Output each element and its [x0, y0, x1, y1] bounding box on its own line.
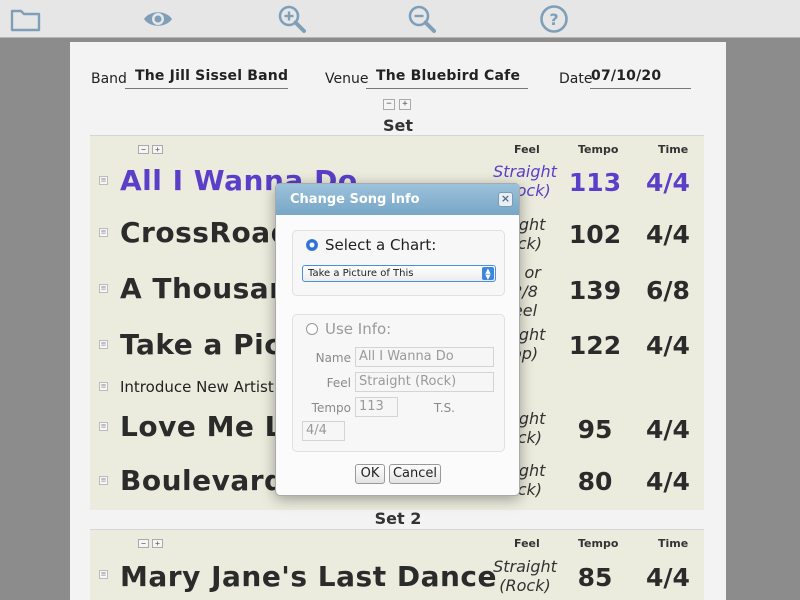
- venue-label: Venue: [325, 71, 369, 87]
- select-chart-label: Select a Chart:: [325, 236, 437, 254]
- set-expand-button[interactable]: +: [399, 99, 411, 110]
- feel-input[interactable]: Straight (Rock): [355, 372, 494, 392]
- use-info-radio[interactable]: [306, 323, 318, 335]
- chart-select[interactable]: Take a Picture of This ▲ ▼: [302, 265, 496, 282]
- zoom-in-icon[interactable]: [276, 3, 308, 35]
- drag-handle-icon[interactable]: ≡: [99, 284, 108, 293]
- song-font-larger-button[interactable]: +: [152, 539, 163, 548]
- help-icon[interactable]: ?: [538, 3, 570, 35]
- song-tempo: 139: [568, 276, 622, 305]
- set-collapse-button[interactable]: −: [383, 99, 395, 110]
- name-label: Name: [315, 351, 351, 365]
- song-font-larger-button[interactable]: +: [152, 145, 163, 154]
- time-column-header: Time: [658, 537, 689, 550]
- song-time-signature: 4/4: [646, 331, 690, 360]
- song-time-signature: 4/4: [646, 220, 690, 249]
- svg-text:?: ?: [549, 10, 558, 29]
- song-tempo: 80: [577, 467, 613, 496]
- venue-field[interactable]: The Bluebird Cafe: [366, 63, 528, 89]
- time-signature-label: T.S.: [433, 401, 455, 415]
- song-feel: Straight (Rock): [493, 557, 557, 595]
- song-tempo: 113: [568, 168, 622, 197]
- song-tempo: 122: [568, 331, 622, 360]
- song-tempo: 95: [577, 415, 613, 444]
- set-2-block: − + Feel Tempo Time ≡ Mary Jane's Last D…: [90, 529, 704, 600]
- drag-handle-icon[interactable]: ≡: [99, 570, 108, 579]
- song-tempo: 85: [577, 563, 613, 592]
- drag-handle-icon[interactable]: ≡: [99, 422, 108, 431]
- use-info-label: Use Info:: [325, 320, 392, 338]
- set-2-title: Set 2: [374, 509, 422, 528]
- select-arrows-icon: ▲ ▼: [482, 267, 494, 281]
- song-tempo: 102: [568, 220, 622, 249]
- eye-icon[interactable]: [142, 3, 174, 35]
- song-font-smaller-button[interactable]: −: [138, 145, 149, 154]
- cancel-button[interactable]: Cancel: [389, 464, 441, 484]
- date-label: Date: [559, 71, 593, 87]
- song-time-signature: 6/8: [646, 276, 690, 305]
- time-column-header: Time: [658, 143, 689, 156]
- song-font-smaller-button[interactable]: −: [138, 539, 149, 548]
- feel-column-header: Feel: [514, 143, 540, 156]
- tempo-input[interactable]: 113: [355, 397, 398, 417]
- dialog-title-bar[interactable]: Change Song Info ×: [276, 184, 519, 215]
- toolbar: ?: [0, 0, 800, 38]
- song-title[interactable]: Mary Jane's Last Dance: [120, 560, 497, 593]
- song-time-signature: 4/4: [646, 563, 690, 592]
- ok-button[interactable]: OK: [355, 464, 385, 484]
- drag-handle-icon[interactable]: ≡: [99, 176, 108, 185]
- drag-handle-icon[interactable]: ≡: [99, 382, 108, 391]
- select-chart-panel: Select a Chart: Take a Picture of This ▲…: [292, 230, 505, 296]
- name-input[interactable]: All I Wanna Do: [355, 347, 494, 367]
- tempo-column-header: Tempo: [578, 537, 619, 550]
- band-label: Band: [91, 71, 127, 87]
- drag-handle-icon[interactable]: ≡: [99, 340, 108, 349]
- feel-column-header: Feel: [514, 537, 540, 550]
- close-icon[interactable]: ×: [498, 192, 513, 207]
- zoom-out-icon[interactable]: [406, 3, 438, 35]
- drag-handle-icon[interactable]: ≡: [99, 228, 108, 237]
- set-title: Set: [382, 116, 414, 135]
- drag-handle-icon[interactable]: ≡: [99, 476, 108, 485]
- song-time-signature: 4/4: [646, 415, 690, 444]
- change-song-info-dialog: Change Song Info × Select a Chart: Take …: [275, 183, 520, 496]
- chart-select-value: Take a Picture of This: [308, 268, 414, 279]
- time-signature-input[interactable]: 4/4: [302, 421, 345, 441]
- date-field[interactable]: 07/10/20: [590, 63, 691, 89]
- tempo-column-header: Tempo: [578, 143, 619, 156]
- song-row[interactable]: ≡ Mary Jane's Last Dance Straight (Rock) …: [90, 552, 704, 600]
- dialog-title: Change Song Info: [290, 192, 420, 207]
- song-time-signature: 4/4: [646, 168, 690, 197]
- tempo-label: Tempo: [311, 401, 351, 415]
- use-info-panel: Use Info: Name All I Wanna Do Feel Strai…: [292, 314, 505, 452]
- select-chart-radio[interactable]: [306, 239, 318, 251]
- song-note[interactable]: Introduce New Artist S: [120, 378, 288, 396]
- band-field[interactable]: The Jill Sissel Band: [125, 63, 288, 89]
- song-time-signature: 4/4: [646, 467, 690, 496]
- feel-label: Feel: [326, 376, 351, 390]
- folder-icon[interactable]: [10, 3, 42, 35]
